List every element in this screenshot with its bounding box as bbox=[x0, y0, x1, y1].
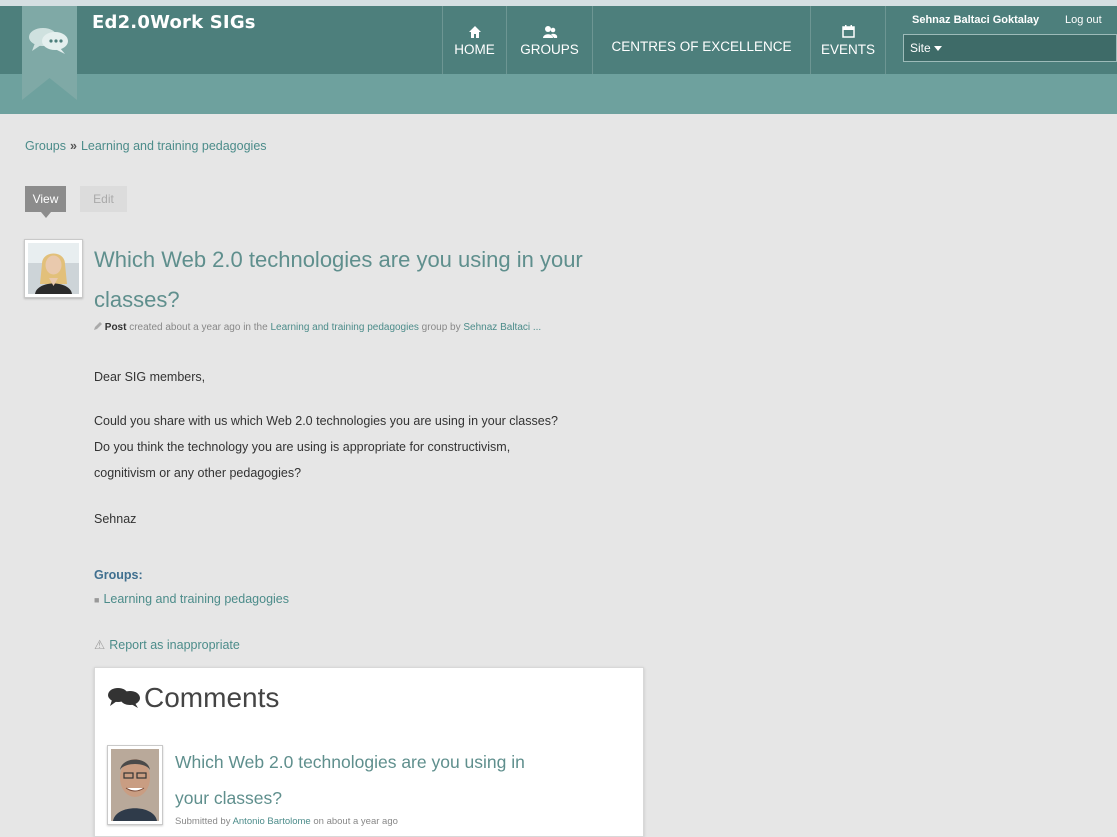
chat-bubbles-icon[interactable] bbox=[27, 24, 71, 56]
comments-icon bbox=[107, 687, 141, 709]
post-by-text: group by bbox=[418, 322, 464, 333]
comments-panel: Comments Which Web 2.0 technologies are … bbox=[94, 667, 644, 837]
post-meta: Post created about a year ago in the Lea… bbox=[94, 322, 541, 333]
users-icon bbox=[542, 24, 558, 40]
comments-heading: Comments bbox=[107, 682, 279, 714]
site-title[interactable]: Ed2.0Work SIGs bbox=[92, 12, 256, 33]
post-paragraph-line-3: cognitivism or any other pedagogies? bbox=[94, 466, 302, 480]
secondary-bar bbox=[0, 74, 1117, 114]
calendar-icon bbox=[841, 24, 855, 40]
pencil-icon bbox=[94, 322, 105, 333]
group-icon: ■ bbox=[94, 595, 100, 605]
breadcrumb-separator: » bbox=[70, 139, 77, 153]
nav-centres[interactable]: CENTRES OF EXCELLENCE bbox=[592, 6, 810, 74]
post-created-text: created about a year ago in the bbox=[126, 322, 271, 333]
comments-heading-label: Comments bbox=[144, 682, 280, 713]
report-label: Report as inappropriate bbox=[109, 638, 240, 652]
nav-events[interactable]: EVENTS bbox=[810, 6, 886, 74]
post-type-label: Post bbox=[104, 322, 127, 333]
post-signoff: Sehnaz bbox=[94, 512, 137, 526]
comment-submitted-prefix: Submitted by bbox=[175, 816, 233, 827]
groups-item-link[interactable]: ■ Learning and training pedagogies bbox=[94, 592, 289, 606]
groups-label: Groups: bbox=[94, 568, 143, 582]
logout-link[interactable]: Log out bbox=[1065, 14, 1102, 26]
site-dropdown-label: Site bbox=[910, 41, 931, 55]
report-link[interactable]: ⚠ Report as inappropriate bbox=[94, 637, 240, 652]
breadcrumb-groups-link[interactable]: Groups bbox=[25, 139, 66, 153]
nav-events-label: EVENTS bbox=[820, 41, 875, 57]
post-title[interactable]: Which Web 2.0 technologies are you using… bbox=[94, 240, 634, 320]
author-avatar[interactable] bbox=[24, 239, 83, 298]
breadcrumb-current-link[interactable]: Learning and training pedagogies bbox=[81, 139, 267, 153]
breadcrumb: Groups » Learning and training pedagogies bbox=[25, 139, 267, 153]
tab-view[interactable]: View bbox=[25, 186, 66, 218]
post-author-link[interactable]: Sehnaz Baltaci ... bbox=[463, 322, 541, 333]
nav-groups-label: GROUPS bbox=[520, 41, 579, 57]
commenter-avatar[interactable] bbox=[107, 745, 163, 825]
post-group-link[interactable]: Learning and training pedagogies bbox=[270, 322, 418, 333]
nav-groups[interactable]: GROUPS bbox=[506, 6, 592, 74]
tab-edit[interactable]: Edit bbox=[80, 186, 127, 212]
post-greeting: Dear SIG members, bbox=[94, 370, 206, 384]
comment-submitted-suffix: on about a year ago bbox=[310, 816, 398, 827]
nav-home-label: HOME bbox=[454, 41, 495, 57]
groups-item-label: Learning and training pedagogies bbox=[103, 592, 290, 606]
nav-home[interactable]: HOME bbox=[442, 6, 506, 74]
home-icon bbox=[468, 24, 482, 40]
nav-centres-label: CENTRES OF EXCELLENCE bbox=[611, 38, 792, 54]
comment-meta: Submitted by Antonio Bartolome on about … bbox=[175, 816, 398, 827]
comment-title-link[interactable]: Which Web 2.0 technologies are you using… bbox=[175, 744, 535, 816]
comment-author-link[interactable]: Antonio Bartolome bbox=[233, 816, 311, 827]
post-paragraph-line-1: Could you share with us which Web 2.0 te… bbox=[94, 414, 558, 428]
caret-down-icon bbox=[933, 46, 942, 52]
site-dropdown[interactable]: Site bbox=[903, 34, 1117, 62]
warning-icon: ⚠ bbox=[94, 638, 106, 652]
post-paragraph-line-2: Do you think the technology you are usin… bbox=[94, 440, 511, 454]
user-name-link[interactable]: Sehnaz Baltaci Goktalay bbox=[912, 14, 1039, 26]
